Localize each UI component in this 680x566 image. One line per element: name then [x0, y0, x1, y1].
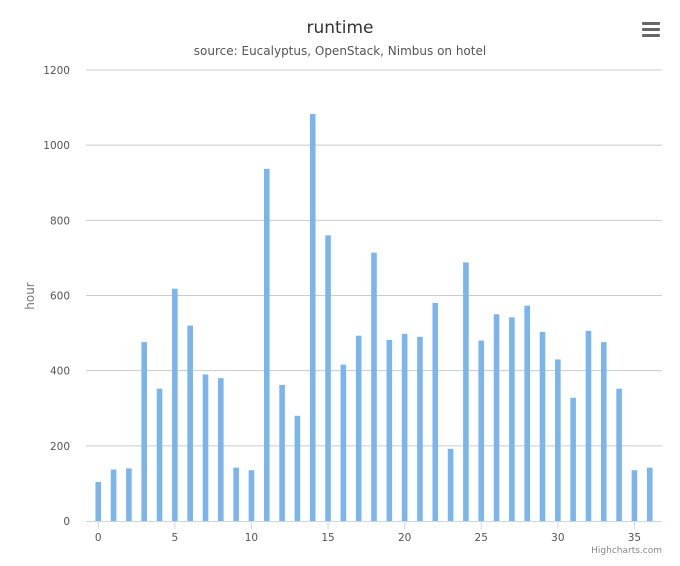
bar[interactable]	[539, 331, 546, 521]
bar[interactable]	[325, 235, 331, 521]
bar[interactable]	[478, 340, 485, 521]
bar[interactable]	[447, 448, 454, 521]
x-tick-label: 10	[245, 532, 258, 544]
bar[interactable]	[233, 467, 239, 521]
y-axis-labels: 0 200 400 600 800 1000 1200	[43, 65, 70, 528]
y-tick-label: 1000	[43, 140, 70, 152]
chart: runtime source: Eucalyptus, OpenStack, N…	[23, 16, 666, 556]
bar[interactable]	[294, 415, 301, 521]
x-tick-label: 0	[95, 532, 102, 544]
bar[interactable]	[126, 468, 132, 521]
y-tick-label: 1200	[43, 65, 70, 77]
x-tick-label: 5	[172, 532, 179, 544]
bar[interactable]	[463, 262, 469, 521]
bar[interactable]	[371, 252, 377, 521]
bar[interactable]	[187, 325, 193, 521]
bar[interactable]	[401, 333, 408, 521]
y-tick-label: 400	[50, 366, 70, 378]
bar[interactable]	[156, 388, 163, 521]
bar[interactable]	[509, 317, 515, 521]
bar[interactable]	[263, 168, 270, 521]
x-axis-labels: 0 5 10 15 20 25 30 35	[95, 521, 641, 544]
bar[interactable]	[248, 470, 255, 521]
bar[interactable]	[172, 288, 178, 521]
chart-subtitle: source: Eucalyptus, OpenStack, Nimbus on…	[194, 44, 486, 58]
y-tick-label: 800	[50, 215, 70, 227]
bar[interactable]	[279, 384, 285, 521]
bar[interactable]	[555, 359, 561, 521]
y-tick-label: 600	[50, 291, 70, 303]
x-tick-label: 20	[398, 532, 411, 544]
bar[interactable]	[524, 305, 530, 521]
x-tick-label: 35	[628, 532, 641, 544]
bar[interactable]	[646, 467, 653, 521]
bar[interactable]	[616, 388, 622, 521]
bar[interactable]	[110, 469, 117, 521]
x-tick-label: 15	[321, 532, 334, 544]
chart-title: runtime	[307, 18, 374, 38]
bar[interactable]	[309, 113, 316, 521]
y-axis-title: hour	[23, 282, 37, 310]
bar[interactable]	[141, 342, 148, 521]
x-tick-label: 25	[475, 532, 488, 544]
bar[interactable]	[386, 339, 393, 521]
y-tick-label: 200	[50, 441, 70, 453]
bar[interactable]	[340, 364, 347, 521]
bar[interactable]	[355, 335, 362, 521]
y-tick-label: 0	[63, 516, 70, 528]
bar[interactable]	[432, 303, 439, 521]
x-tick-label: 30	[551, 532, 564, 544]
bar[interactable]	[631, 470, 638, 521]
bar[interactable]	[493, 314, 500, 521]
bar-series	[95, 113, 653, 521]
bar[interactable]	[585, 330, 592, 521]
bar[interactable]	[570, 397, 576, 521]
bar[interactable]	[202, 374, 209, 521]
bar[interactable]	[218, 378, 224, 521]
hamburger-menu-icon[interactable]	[636, 16, 666, 44]
bar[interactable]	[417, 336, 423, 521]
bar[interactable]	[95, 481, 102, 521]
credits-link[interactable]: Highcharts.com	[591, 546, 662, 556]
bar[interactable]	[600, 342, 607, 521]
